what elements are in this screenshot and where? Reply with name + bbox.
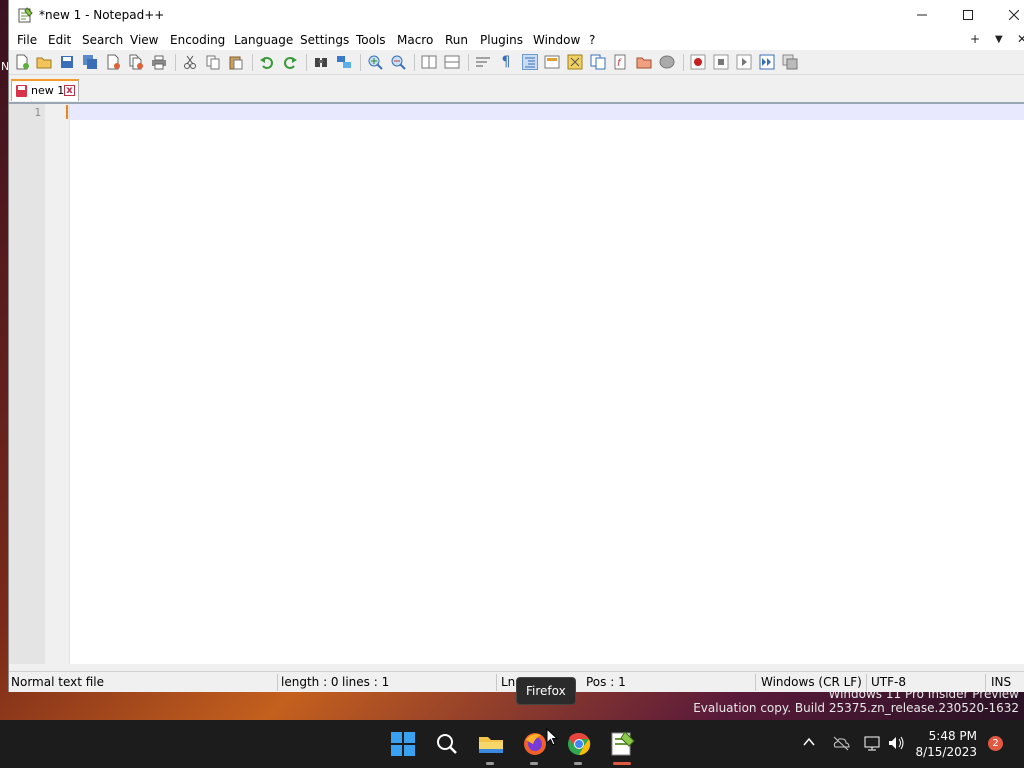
menu-help[interactable]: ? <box>589 33 595 47</box>
status-file-type: Normal text file <box>11 675 105 689</box>
save-icon[interactable] <box>59 54 75 70</box>
redo-icon[interactable] <box>282 54 298 70</box>
window-title: *new 1 - Notepad++ <box>39 8 165 22</box>
start-windows-icon[interactable] <box>389 730 417 758</box>
status-insert-mode[interactable]: INS <box>991 675 1011 689</box>
replace-icon[interactable] <box>336 54 352 70</box>
notification-badge[interactable]: 2 <box>988 736 1003 751</box>
zoom-out-icon[interactable] <box>390 54 406 70</box>
menu-window[interactable]: Window <box>533 33 580 47</box>
close-tab-menu-icon[interactable]: ✕ <box>1017 32 1024 46</box>
paste-icon[interactable] <box>228 54 244 70</box>
sync-vertical-icon[interactable] <box>421 54 437 70</box>
current-line-highlight <box>70 104 1024 120</box>
folder-workspace-icon[interactable] <box>636 54 652 70</box>
search-icon[interactable] <box>433 730 461 758</box>
line-number: 1 <box>34 106 41 119</box>
play-macro-icon[interactable] <box>736 54 752 70</box>
unsaved-file-icon <box>16 85 27 97</box>
clock-time: 5:48 PM <box>928 729 977 743</box>
status-lines: lines : 1 <box>342 675 390 689</box>
menu-plugins[interactable]: Plugins <box>480 33 523 47</box>
status-eol[interactable]: Windows (CR LF) <box>761 675 862 689</box>
menu-view[interactable]: View <box>130 33 158 47</box>
menu-file[interactable]: File <box>17 33 37 47</box>
monitoring-icon[interactable] <box>659 54 675 70</box>
tab-bar: new 1 x <box>9 78 1024 104</box>
indent-guide-icon[interactable] <box>522 54 538 70</box>
file-explorer-icon[interactable] <box>477 730 505 758</box>
network-icon[interactable] <box>864 735 882 754</box>
sync-horizontal-icon[interactable] <box>444 54 460 70</box>
save-all-icon[interactable] <box>82 54 98 70</box>
notepadpp-window: *new 1 - Notepad++ File Edit Search View… <box>8 0 1024 692</box>
udl-icon[interactable] <box>544 54 560 70</box>
menu-run[interactable]: Run <box>445 33 468 47</box>
menu-bar: File Edit Search View Encoding Language … <box>9 30 1024 50</box>
notepadpp-icon <box>17 7 33 23</box>
minimize-button[interactable] <box>899 0 945 30</box>
status-length: length : 0 <box>281 675 339 689</box>
copy-icon[interactable] <box>205 54 221 70</box>
text-caret <box>66 105 68 119</box>
status-pos: Pos : 1 <box>586 675 626 689</box>
open-file-icon[interactable] <box>36 54 52 70</box>
minimize-icon <box>917 14 927 16</box>
add-tab-icon[interactable]: + <box>970 32 980 46</box>
notepadpp-taskbar-icon[interactable] <box>608 730 636 758</box>
title-bar[interactable]: *new 1 - Notepad++ <box>9 0 1024 30</box>
taskbar-clock[interactable]: 5:48 PM 8/15/2023 <box>905 728 977 760</box>
onedrive-offline-icon[interactable] <box>832 735 850 754</box>
show-all-characters-icon[interactable]: ¶ <box>498 54 514 70</box>
fold-margin[interactable] <box>45 104 70 664</box>
maximize-icon <box>963 10 973 20</box>
cut-icon[interactable] <box>182 54 198 70</box>
volume-icon[interactable] <box>888 735 906 754</box>
watermark-line-2: Evaluation copy. Build 25375.zn_release.… <box>693 701 1019 715</box>
close-button[interactable] <box>991 0 1024 30</box>
stop-macro-icon[interactable] <box>713 54 729 70</box>
clock-date: 8/15/2023 <box>915 745 977 759</box>
toolbar: ¶ f <box>9 50 1024 75</box>
new-file-icon[interactable] <box>14 54 30 70</box>
tab-close-icon[interactable]: x <box>64 85 75 96</box>
status-ln: Ln <box>501 675 516 689</box>
tab-label: new 1 <box>31 84 65 97</box>
menu-language[interactable]: Language <box>234 33 293 47</box>
close-icon <box>1009 10 1019 20</box>
function-list-icon[interactable]: f <box>613 54 629 70</box>
zoom-in-icon[interactable] <box>367 54 383 70</box>
status-encoding[interactable]: UTF-8 <box>871 675 906 689</box>
chrome-icon[interactable] <box>565 730 593 758</box>
mouse-cursor-icon <box>546 727 559 749</box>
doc-map-icon[interactable] <box>567 54 583 70</box>
tab-list-dropdown-icon[interactable]: ▼ <box>995 34 1003 45</box>
menu-settings[interactable]: Settings <box>300 33 349 47</box>
menu-encoding[interactable]: Encoding <box>170 33 225 47</box>
maximize-button[interactable] <box>945 0 991 30</box>
menu-macro[interactable]: Macro <box>397 33 433 47</box>
line-number-gutter: 1 <box>9 104 45 664</box>
taskbar-tooltip: Firefox <box>516 677 576 705</box>
menu-search[interactable]: Search <box>82 33 123 47</box>
text-editor[interactable]: 1 <box>9 104 1024 664</box>
tab-new-1[interactable]: new 1 x <box>11 79 79 101</box>
menu-tools[interactable]: Tools <box>356 33 386 47</box>
firefox-icon[interactable] <box>521 730 549 758</box>
save-macro-icon[interactable] <box>782 54 798 70</box>
doc-list-icon[interactable] <box>590 54 606 70</box>
undo-icon[interactable] <box>259 54 275 70</box>
close-file-icon[interactable] <box>105 54 121 70</box>
show-hidden-icons-icon[interactable] <box>802 735 816 752</box>
print-icon[interactable] <box>151 54 167 70</box>
find-icon[interactable] <box>313 54 329 70</box>
close-all-icon[interactable] <box>128 54 144 70</box>
word-wrap-icon[interactable] <box>475 54 491 70</box>
run-macro-multiple-icon[interactable] <box>759 54 775 70</box>
record-macro-icon[interactable] <box>690 54 706 70</box>
taskbar: 5:48 PM 8/15/2023 2 <box>0 720 1024 768</box>
menu-edit[interactable]: Edit <box>48 33 71 47</box>
